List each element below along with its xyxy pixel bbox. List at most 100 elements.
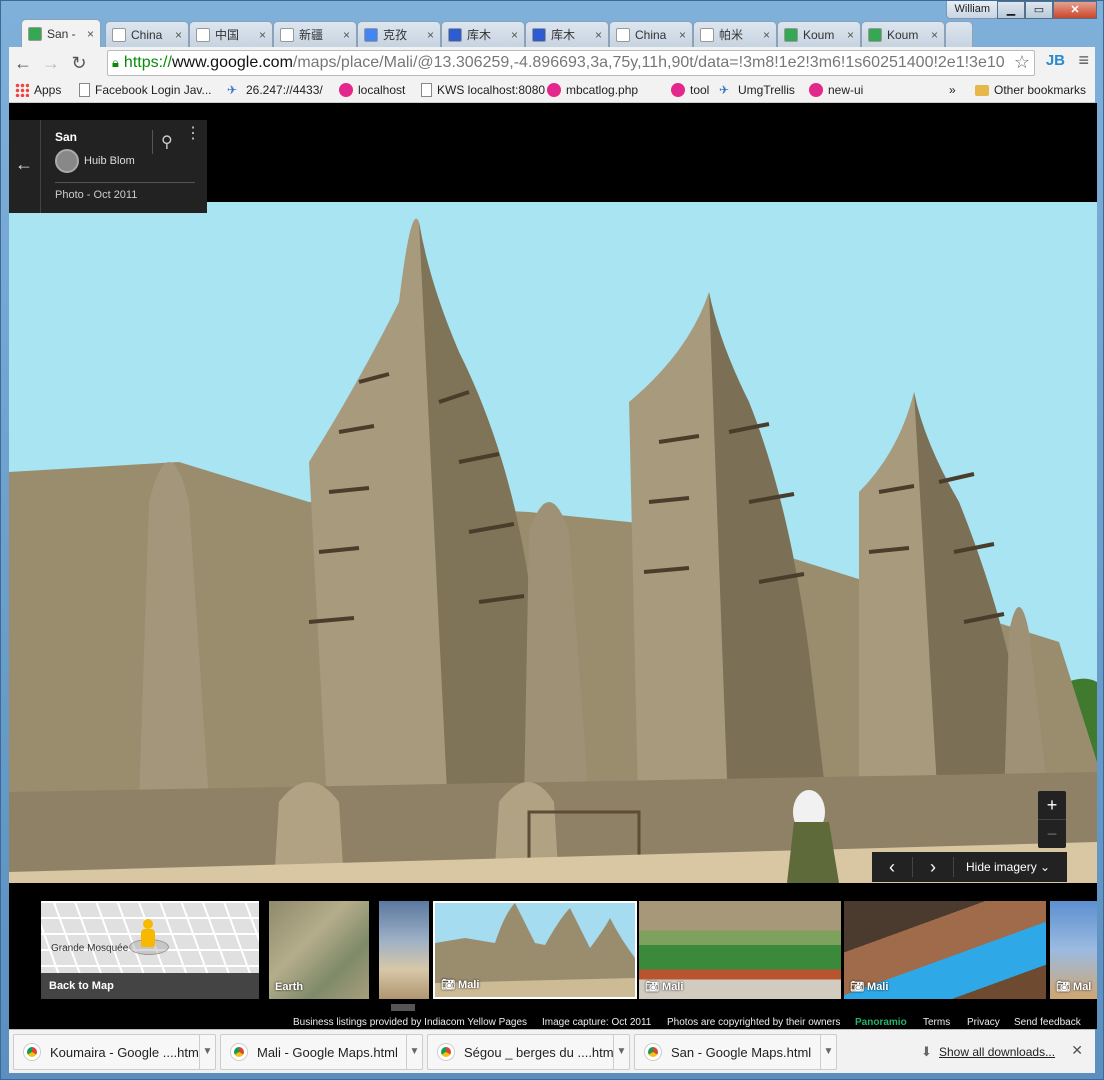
- thumb-label: 📷︎ Mali: [645, 980, 683, 993]
- close-tab-icon[interactable]: ×: [175, 28, 182, 42]
- map-pin-icon[interactable]: ⚲: [161, 132, 173, 152]
- earth-thumb[interactable]: Earth: [269, 901, 369, 999]
- close-tab-icon[interactable]: ×: [595, 28, 602, 42]
- back-to-map-thumb[interactable]: Grande Mosquée Back to Map: [41, 901, 259, 999]
- page-icon: [196, 27, 210, 42]
- close-tab-icon[interactable]: ×: [511, 28, 518, 42]
- download-shelf: Koumaira - Google ....html ▼ Mali - Goog…: [9, 1029, 1095, 1073]
- bookmark-item[interactable]: Facebook Login Jav...: [79, 83, 212, 97]
- chrome-icon: [231, 1044, 247, 1060]
- download-item[interactable]: Ségou _ berges du ....html ▼: [427, 1034, 630, 1070]
- bookmark-item[interactable]: KWS localhost:8080: [421, 83, 545, 97]
- maps-photo-viewer[interactable]: ← San Huib Blom ⚲ ⋮ Photo - Oct 2011 + −…: [9, 103, 1097, 1029]
- chevron-down-icon[interactable]: ▼: [406, 1035, 422, 1069]
- photo-thumb[interactable]: 📷︎ Mali: [844, 901, 1046, 999]
- filmstrip-scroll-handle[interactable]: [391, 1004, 415, 1011]
- close-shelf-icon[interactable]: ✕: [1071, 1042, 1083, 1059]
- zoom-out-button[interactable]: −: [1038, 819, 1066, 847]
- close-window-button[interactable]: ✕: [1053, 1, 1097, 19]
- close-tab-icon[interactable]: ×: [427, 28, 434, 42]
- tab-0[interactable]: San - ×: [21, 19, 101, 47]
- paw-icon: [532, 27, 546, 42]
- chevron-down-icon[interactable]: ▼: [613, 1035, 629, 1069]
- close-tab-icon[interactable]: ×: [343, 28, 350, 42]
- mosque-photo[interactable]: [9, 202, 1097, 883]
- chevron-down-icon[interactable]: ▼: [820, 1035, 836, 1069]
- photo-thumb[interactable]: [379, 901, 429, 999]
- bookmark-item[interactable]: Apps: [15, 83, 61, 97]
- bookmark-item[interactable]: localhost: [339, 83, 405, 97]
- chevron-down-icon[interactable]: ▼: [199, 1035, 215, 1069]
- photo-thumb[interactable]: 📷︎ Mal: [1050, 901, 1097, 999]
- chrome-icon: [438, 1044, 454, 1060]
- tab-title: 新疆: [299, 28, 324, 42]
- place-name[interactable]: San: [55, 130, 77, 144]
- jb-extension-icon[interactable]: JB: [1046, 52, 1065, 69]
- close-tab-icon[interactable]: ×: [931, 28, 938, 42]
- tab-7[interactable]: China ×: [609, 21, 693, 47]
- imagery-nav: ‹ › Hide imagery ⌄: [872, 852, 1067, 882]
- hide-imagery-button[interactable]: Hide imagery ⌄: [954, 860, 1050, 874]
- forward-button[interactable]: →: [37, 49, 65, 77]
- tab-2[interactable]: 中国 ×: [189, 21, 273, 47]
- back-button[interactable]: ←: [9, 49, 37, 77]
- zoom-in-button[interactable]: +: [1038, 791, 1066, 819]
- bookmark-item[interactable]: tool: [671, 83, 709, 97]
- reload-button[interactable]: ↻: [65, 49, 93, 77]
- panoramio-logo[interactable]: Panoramio: [855, 1017, 907, 1029]
- thumb-label: 📷︎ Mal: [1056, 980, 1091, 993]
- show-all-downloads-link[interactable]: Show all downloads...: [939, 1045, 1055, 1059]
- bookmarks-overflow-button[interactable]: »: [949, 83, 956, 97]
- terms-link[interactable]: Terms: [923, 1017, 950, 1029]
- tab-strip: San - × China × 中国 × 新疆 × 克孜 × 库木 × 库木 × China × 帕米 × Koum…: [9, 19, 1095, 47]
- close-tab-icon[interactable]: ×: [847, 28, 854, 42]
- close-tab-icon[interactable]: ×: [87, 27, 94, 41]
- google-maps-icon: [28, 26, 42, 41]
- tab-4[interactable]: 克孜 ×: [357, 21, 441, 47]
- send-feedback-link[interactable]: Send feedback: [1014, 1017, 1081, 1029]
- download-item[interactable]: Mali - Google Maps.html ▼: [220, 1034, 423, 1070]
- pink-icon: [809, 83, 823, 97]
- tab-3[interactable]: 新疆 ×: [273, 21, 357, 47]
- author-name[interactable]: Huib Blom: [84, 155, 135, 167]
- bookmark-item[interactable]: ✈ UmgTrellis: [719, 83, 795, 97]
- more-options-icon[interactable]: ⋮: [185, 126, 201, 142]
- close-tab-icon[interactable]: ×: [763, 28, 770, 42]
- tab-5[interactable]: 库木 ×: [441, 21, 525, 47]
- profile-badge[interactable]: William: [945, 1, 999, 19]
- minimap-label: Grande Mosquée: [51, 943, 129, 954]
- bookmark-item[interactable]: ✈ 26.247://4433/: [227, 83, 323, 97]
- author-avatar[interactable]: [55, 149, 79, 173]
- capture-date: Image capture: Oct 2011: [542, 1017, 652, 1028]
- download-item[interactable]: Koumaira - Google ....html ▼: [13, 1034, 216, 1070]
- tab-title: 库木: [467, 28, 492, 42]
- chrome-menu-icon[interactable]: ≡: [1078, 50, 1089, 71]
- privacy-link[interactable]: Privacy: [967, 1017, 1000, 1029]
- bookmark-item[interactable]: new-ui: [809, 83, 863, 97]
- photo-thumb-selected[interactable]: 📷︎ Mali: [433, 901, 637, 999]
- photo-thumb[interactable]: 📷︎ Mali: [639, 901, 841, 999]
- pegman-icon: [141, 919, 155, 949]
- bookmark-item[interactable]: Other bookmarks: [975, 83, 1086, 97]
- wikipedia-icon: [700, 27, 714, 42]
- tab-9[interactable]: Koum ×: [777, 21, 861, 47]
- back-arrow-icon[interactable]: ←: [15, 154, 33, 175]
- bookmark-star-icon[interactable]: ☆: [1013, 52, 1030, 73]
- tab-8[interactable]: 帕米 ×: [693, 21, 777, 47]
- bookmark-item[interactable]: mbcatlog.php: [547, 83, 638, 97]
- tab-1[interactable]: China ×: [105, 21, 189, 47]
- minimize-button[interactable]: ▁: [997, 1, 1025, 19]
- bookmark-label: Facebook Login Jav...: [95, 83, 212, 97]
- close-tab-icon[interactable]: ×: [679, 28, 686, 42]
- download-item[interactable]: San - Google Maps.html ▼: [634, 1034, 837, 1070]
- maximize-button[interactable]: ▭: [1025, 1, 1053, 19]
- close-tab-icon[interactable]: ×: [259, 28, 266, 42]
- satellite-icon: ✈: [719, 83, 730, 97]
- tab-10[interactable]: Koum ×: [861, 21, 945, 47]
- download-filename: San - Google Maps.html: [671, 1044, 812, 1060]
- new-tab-button[interactable]: [945, 21, 973, 47]
- address-bar[interactable]: 🔒︎ https:// www.google.com /maps/place/M…: [107, 50, 1035, 76]
- prev-photo-button[interactable]: ‹: [872, 857, 912, 878]
- tab-6[interactable]: 库木 ×: [525, 21, 609, 47]
- next-photo-button[interactable]: ›: [913, 857, 953, 878]
